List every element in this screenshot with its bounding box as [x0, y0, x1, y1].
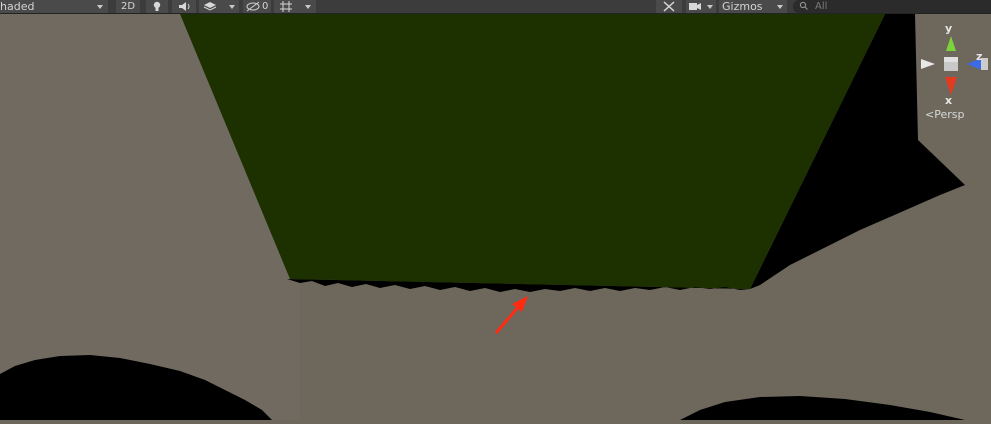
- scene-toolbar: haded 2D 0 Gizmos All: [0, 0, 991, 14]
- chevron-down-icon: [229, 5, 235, 9]
- tools-button[interactable]: [656, 0, 682, 13]
- search-placeholder: All: [815, 1, 828, 12]
- lightbulb-icon: [153, 1, 161, 11]
- tools-icon: [663, 1, 675, 12]
- projection-toggle[interactable]: <Persp: [925, 108, 964, 121]
- gizmos-label: Gizmos: [722, 0, 763, 13]
- chevron-down-icon: [707, 5, 713, 9]
- eye-slash-icon: [246, 1, 260, 12]
- scene-visibility-button[interactable]: 0: [243, 0, 271, 13]
- speaker-icon: [179, 2, 190, 11]
- camera-icon: [689, 3, 701, 10]
- scene-viewport[interactable]: [0, 14, 991, 420]
- draw-mode-label: haded: [0, 0, 35, 13]
- layers-icon: [203, 2, 217, 11]
- camera-dropdown[interactable]: [686, 0, 716, 13]
- gizmo-z-label: z: [976, 50, 983, 63]
- chevron-down-icon: [777, 5, 783, 9]
- toggle-2d-label: 2D: [120, 1, 136, 12]
- effects-dropdown[interactable]: [199, 0, 239, 13]
- projection-label: Persp: [934, 108, 965, 121]
- draw-mode-dropdown[interactable]: haded: [0, 0, 108, 13]
- lighting-toggle-button[interactable]: [146, 0, 168, 13]
- scene-search-input[interactable]: All: [793, 0, 991, 13]
- toggle-2d-button[interactable]: 2D: [116, 0, 140, 13]
- gizmos-dropdown[interactable]: Gizmos: [719, 0, 787, 13]
- gizmo-x-label: x: [945, 94, 953, 107]
- search-icon: [799, 1, 808, 10]
- audio-toggle-button[interactable]: [172, 0, 196, 13]
- axis-gizmo-icon: [921, 36, 988, 95]
- chevron-down-icon: [97, 5, 103, 9]
- grid-icon: [280, 1, 292, 12]
- gizmo-y-label: y: [945, 22, 953, 35]
- hidden-count: 0: [262, 1, 269, 12]
- scene-render: [0, 14, 991, 420]
- grid-dropdown[interactable]: [274, 0, 316, 13]
- orientation-gizmo[interactable]: y z x: [918, 22, 988, 122]
- chevron-left-icon: <: [925, 108, 935, 121]
- chevron-down-icon: [305, 5, 311, 9]
